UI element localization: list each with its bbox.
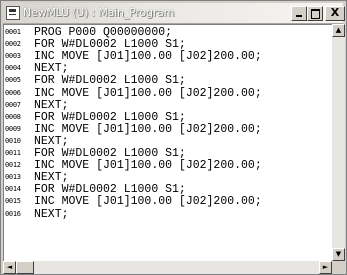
horizontal-scroll-thumb[interactable] bbox=[16, 261, 34, 274]
title-bar[interactable]: NewMLU (U) : Main_Program X bbox=[3, 3, 345, 24]
code-editor[interactable]: 0001 PROG P000 Q00000000; 0002 FOR W#DL0002… bbox=[3, 24, 332, 262]
line-number: 0013 bbox=[5, 173, 21, 182]
scroll-up-button[interactable]: ▲ bbox=[332, 24, 345, 37]
arrow-up-icon: ▲ bbox=[335, 26, 342, 34]
code-text: NEXT; bbox=[34, 207, 69, 221]
code-text: INC MOVE [J01]100.00 [J02]200.00; bbox=[34, 195, 262, 209]
code-text: NEXT; bbox=[34, 98, 69, 112]
line-number: 0007 bbox=[5, 100, 21, 109]
line-number: 0005 bbox=[5, 76, 21, 85]
line-number: 0012 bbox=[5, 161, 21, 170]
code-text: INC MOVE [J01]100.00 [J02]200.00; bbox=[34, 86, 262, 100]
vertical-scrollbar[interactable]: ▲ ▼ bbox=[332, 24, 345, 261]
minimize-button[interactable] bbox=[291, 6, 307, 21]
arrow-down-icon: ▼ bbox=[335, 250, 342, 258]
line-number: 0004 bbox=[5, 64, 21, 73]
line-number: 0016 bbox=[5, 209, 21, 218]
code-text: FOR W#DL0002 L1000 S1; bbox=[34, 74, 186, 88]
maximize-button[interactable] bbox=[307, 6, 323, 21]
scroll-down-button[interactable]: ▼ bbox=[332, 248, 345, 261]
scroll-left-button[interactable]: ◄ bbox=[3, 261, 16, 274]
line-number: 0002 bbox=[5, 40, 21, 49]
line-number: 0003 bbox=[5, 52, 21, 61]
line-number: 0009 bbox=[5, 124, 21, 133]
arrow-left-icon: ◄ bbox=[6, 263, 13, 271]
line-number: 0011 bbox=[5, 149, 21, 157]
code-text: INC MOVE [J01]100.00 [J02]200.00; bbox=[34, 122, 262, 136]
minimize-icon bbox=[296, 15, 302, 17]
line-number: 0001 bbox=[5, 28, 21, 36]
arrow-right-icon: ► bbox=[322, 263, 329, 271]
code-text: FOR W#DL0002 L1000 S1; bbox=[34, 110, 186, 124]
close-button[interactable]: X bbox=[325, 6, 345, 21]
scroll-right-button[interactable]: ► bbox=[319, 261, 332, 274]
line-number: 0014 bbox=[5, 185, 21, 194]
maximize-icon bbox=[311, 9, 320, 19]
app-icon bbox=[6, 6, 20, 20]
program-editor-window: NewMLU (U) : Main_Program X 0001 PROG P00… bbox=[0, 0, 347, 275]
line-number: 0015 bbox=[5, 197, 21, 206]
window-title: NewMLU (U) : Main_Program bbox=[23, 6, 175, 19]
horizontal-scrollbar[interactable]: ◄ ► bbox=[3, 261, 332, 274]
scrollbar-corner bbox=[332, 261, 345, 274]
line-number: 0010 bbox=[5, 136, 21, 145]
line-number: 0008 bbox=[5, 112, 21, 121]
line-number: 0006 bbox=[5, 88, 21, 97]
close-icon: X bbox=[330, 6, 340, 19]
